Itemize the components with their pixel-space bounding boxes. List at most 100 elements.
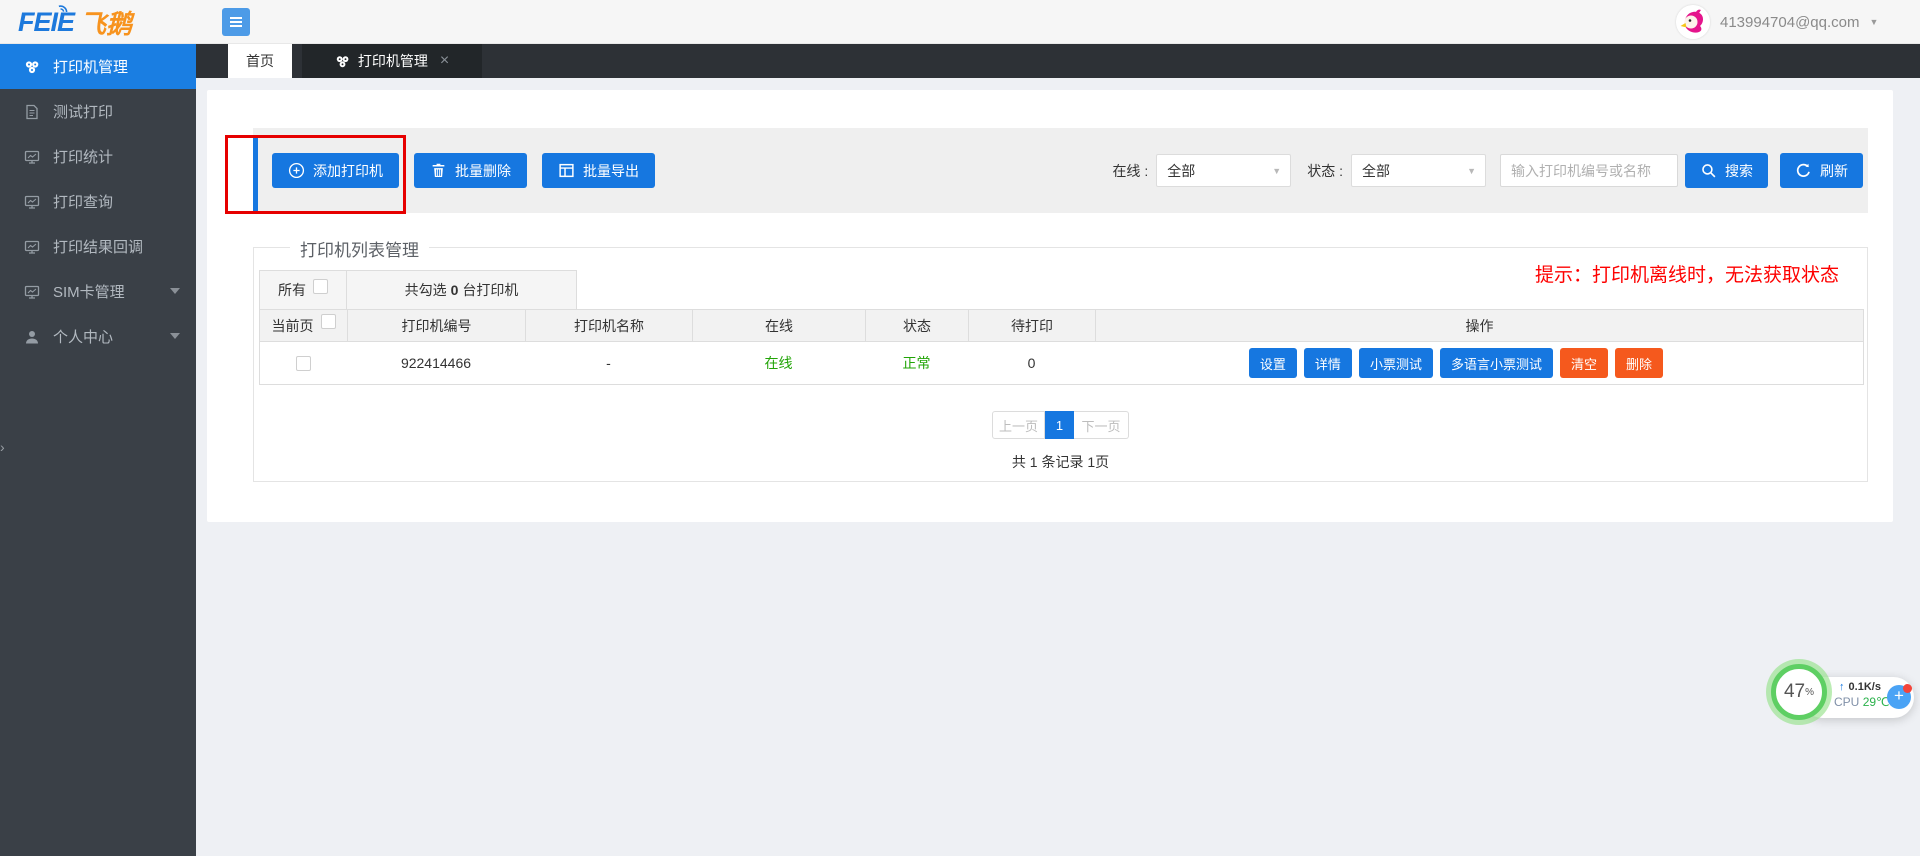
sidebar-item-print-query[interactable]: 打印查询 [0,179,196,224]
button-label: 批量导出 [583,161,639,181]
column-header: 当前页 [272,316,314,336]
select-page-checkbox[interactable] [321,314,336,329]
delete-button[interactable]: 删除 [1615,348,1663,378]
row-checkbox[interactable] [296,356,311,371]
hamburger-icon [229,16,243,28]
refresh-button[interactable]: 刷新 [1780,153,1863,188]
trash-icon [430,162,447,179]
brand-logo[interactable]: FEIE 飞鹅 [18,4,132,40]
search-input[interactable] [1500,154,1678,187]
memory-percent-value: 47 [1784,681,1805,703]
net-speed-value: 0.1K/s [1849,681,1881,693]
online-filter-label: 在线 : [1112,161,1148,181]
select-all-checkbox[interactable] [313,279,328,294]
batch-export-button[interactable]: 批量导出 [542,153,655,188]
settings-button[interactable]: 设置 [1249,348,1297,378]
sidebar-collapse-handle[interactable]: › [0,440,5,454]
batch-delete-button[interactable]: 批量删除 [414,153,527,188]
user-caret-icon: ▼ [1870,17,1879,27]
section-title: 打印机列表管理 [290,236,429,261]
sidebar-item-label: 打印机管理 [53,56,128,77]
sidebar-item-label: 个人中心 [53,326,113,347]
logo-text-cn: 飞鹅 [80,4,132,41]
monitor-icon [24,284,40,300]
tab-label: 打印机管理 [358,51,428,71]
table-export-icon [558,162,575,179]
status-filter-select[interactable]: 全部 ▼ [1351,154,1486,187]
tab-printer-management[interactable]: 打印机管理 × [302,44,482,78]
user-menu[interactable]: 413994704@qq.com ▼ [1676,0,1878,44]
select-all-cell: 所有 [259,270,347,310]
column-header: 打印机编号 [347,310,525,341]
selected-summary: 共勾选 0 台打印机 [347,270,577,310]
add-printer-button[interactable]: 添加打印机 [272,153,399,188]
column-header: 待打印 [968,310,1095,341]
monitor-icon [24,149,40,165]
chevron-down-icon [170,288,180,294]
column-header: 状态 [865,310,968,341]
sidebar-item-label: 打印结果回调 [53,236,143,257]
sidebar-toggle-button[interactable] [222,8,250,36]
toolbar-accent-bar [253,138,258,213]
sidebar: 打印机管理 测试打印 打印统计 打印查询 [0,44,196,856]
system-monitor-widget: ↑ 0.1K/s CPU 29℃ + 47% [1771,664,1916,726]
memory-usage-ball[interactable]: 47% [1771,664,1827,720]
toolbar: 添加打印机 批量删除 批量导出 [253,128,1868,213]
current-page-button[interactable]: 1 [1045,411,1074,439]
multilang-receipt-test-button[interactable]: 多语言小票测试 [1440,348,1553,378]
sidebar-item-sim-management[interactable]: SIM卡管理 [0,269,196,314]
button-label: 添加打印机 [313,161,383,181]
close-icon[interactable]: × [440,52,449,70]
sidebar-item-test-print[interactable]: 测试打印 [0,89,196,134]
prev-page-button[interactable]: 上一页 [992,411,1045,439]
accelerate-button[interactable]: + [1887,685,1911,709]
sidebar-item-printer-management[interactable]: 打印机管理 [0,44,196,89]
next-page-button[interactable]: 下一页 [1074,411,1129,439]
current-page-header-cell: 当前页 [260,310,347,341]
tab-bar: 首页 打印机管理 × [196,44,1920,78]
chevron-down-icon [170,333,180,339]
column-header: 打印机名称 [525,310,692,341]
sidebar-item-label: SIM卡管理 [53,281,125,302]
sidebar-item-print-callback[interactable]: 打印结果回调 [0,224,196,269]
table-header-row: 当前页 打印机编号 打印机名称 在线 状态 待打印 操作 [259,309,1864,342]
chevron-down-icon: ▼ [1272,166,1281,176]
printer-name: - [525,342,692,384]
row-actions: 设置 详情 小票测试 多语言小票测试 清空 删除 [1095,342,1863,384]
cogs-icon [24,59,40,75]
goose-avatar-icon [1676,5,1710,39]
clear-button[interactable]: 清空 [1560,348,1608,378]
sidebar-item-label: 打印查询 [53,191,113,212]
file-icon [24,104,40,120]
button-label: 刷新 [1820,161,1848,181]
tab-label: 首页 [246,51,274,71]
main-content: 首页 打印机管理 × [196,44,1920,856]
online-filter-select[interactable]: 全部 ▼ [1156,154,1291,187]
search-button[interactable]: 搜索 [1685,153,1768,188]
tab-home[interactable]: 首页 [228,44,292,78]
avatar [1676,5,1710,39]
printer-table: 所有 共勾选 0 台打印机 当前页 [259,270,1864,385]
sidebar-item-personal-center[interactable]: 个人中心 [0,314,196,359]
button-label: 搜索 [1725,161,1753,181]
cpu-line: CPU 29℃ [1834,695,1886,709]
plus-circle-icon [288,162,305,179]
summary-text: 共勾选 [405,280,447,300]
printer-sn: 922414466 [347,342,525,384]
receipt-test-button[interactable]: 小票测试 [1359,348,1433,378]
user-icon [24,329,40,345]
selected-count: 0 [451,282,459,298]
sidebar-item-label: 测试打印 [53,101,113,122]
sidebar-item-print-statistics[interactable]: 打印统计 [0,134,196,179]
monitor-stats: ↑ 0.1K/s CPU 29℃ [1834,681,1886,709]
content-panel: 添加打印机 批量删除 批量导出 [207,90,1893,522]
header: FEIE 飞鹅 413994704@qq.com [0,0,1920,44]
record-summary: 共 1 条记录 1页 [254,452,1867,472]
upload-arrow-icon: ↑ [1839,681,1845,693]
pagination: 上一页 1 下一页 [254,411,1867,439]
details-button[interactable]: 详情 [1304,348,1352,378]
cogs-icon [335,54,350,69]
cpu-temp-value: 29℃ [1863,695,1890,709]
logo-signal-icon [56,0,72,12]
printer-pending-count: 0 [968,342,1095,384]
